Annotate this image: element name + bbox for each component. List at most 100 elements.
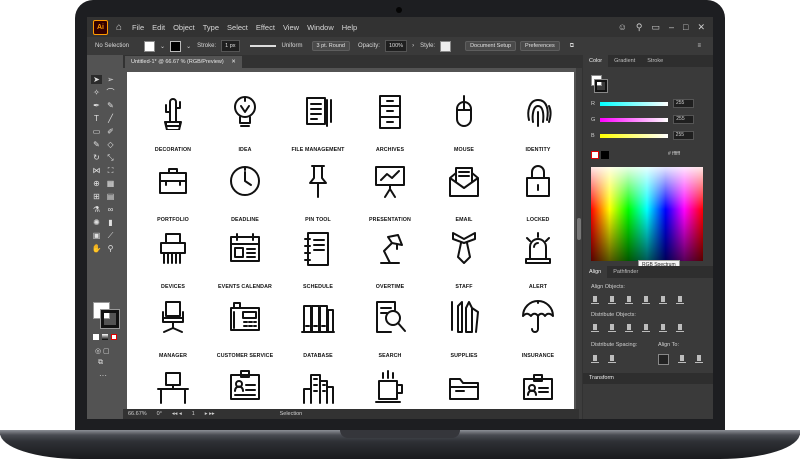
align-to-selection-icon[interactable] [658,354,669,365]
icon-tile[interactable]: IDEA [208,90,282,156]
type-tool-icon[interactable]: T [91,114,102,123]
none-color-icon[interactable] [591,151,599,159]
blue-slider[interactable] [599,133,668,138]
icon-tile[interactable]: LOCKED [501,160,574,226]
icon-tile[interactable]: ALERT [501,227,574,293]
panel-menu-icon[interactable]: ≡ [697,43,701,49]
lasso-tool-icon[interactable]: ⌒ [105,88,116,97]
align-right-icon[interactable] [625,295,633,304]
menu-help[interactable]: Help [342,23,357,32]
red-value[interactable]: 255 [672,99,694,108]
align-center-v-icon[interactable] [659,295,667,304]
line-tool-icon[interactable]: ╱ [105,114,116,123]
fill-stroke-widget[interactable] [93,302,120,329]
spacing-vertical-icon[interactable] [591,354,599,363]
icon-tile[interactable]: DEVICES [136,227,210,293]
tab-stroke[interactable]: Stroke [641,55,669,67]
chevron-down-icon[interactable]: ⌄ [186,43,191,50]
opacity-field[interactable]: 100% [384,40,408,52]
color-spectrum[interactable] [591,167,703,261]
column-graph-tool-icon[interactable]: ▮ [105,218,116,227]
icon-tile[interactable]: ARCHIVES [353,90,427,156]
gradient-mode-icon[interactable] [102,334,108,340]
red-slider[interactable] [599,101,668,106]
artboard-tool-icon[interactable]: ▣ [91,231,102,240]
search-icon[interactable]: ⚲ [636,22,643,33]
rotate-tool-icon[interactable]: ↻ [91,153,102,162]
tab-pathfinder[interactable]: Pathfinder [607,266,644,278]
brush-select[interactable]: 3 pt. Round [311,41,350,51]
panel-stroke-swatch[interactable] [594,79,608,93]
stroke-color-box[interactable] [100,309,120,329]
screen-mode-icon[interactable]: ⧉ [98,359,103,367]
icon-tile[interactable] [281,365,355,410]
align-bottom-icon[interactable] [676,295,684,304]
magic-wand-tool-icon[interactable]: ✧ [91,88,102,97]
none-mode-icon[interactable] [111,334,117,340]
menu-type[interactable]: Type [203,23,219,32]
icon-tile[interactable]: EMAIL [427,160,501,226]
maximize-icon[interactable]: □ [683,22,688,32]
stroke-weight-field[interactable]: 1 px [221,40,240,52]
chevron-right-icon[interactable]: › [412,43,414,49]
home-icon[interactable]: ⌂ [116,22,122,33]
icon-tile[interactable] [208,365,282,410]
eraser-tool-icon[interactable]: ◇ [105,140,116,149]
close-icon[interactable]: ✕ [697,22,705,33]
chevron-down-icon[interactable]: ⌄ [160,43,165,50]
drawing-modes-icon[interactable]: ◎ ▢ [95,347,110,355]
document-tab[interactable]: Untitled-1* @ 66.67 % (RGB/Preview) ✕ [125,56,242,68]
icon-tile[interactable]: EVENTS CALENDAR [208,227,282,293]
menu-select[interactable]: Select [227,23,248,32]
icon-tile[interactable] [353,365,427,410]
style-swatch[interactable] [440,40,452,52]
tab-color[interactable]: Color [583,55,609,67]
hand-tool-icon[interactable]: ✋ [91,244,102,253]
artboard[interactable]: DECORATION IDEA FILE MANAGEMENT ARCHIVES MOU… [127,72,574,410]
align-to-artboard-icon[interactable] [695,354,703,363]
menu-edit[interactable]: Edit [152,23,165,32]
profile-select[interactable]: Uniform [282,43,303,49]
pen-tool-icon[interactable]: ✒ [91,101,102,110]
transform-panel-header[interactable]: Transform [583,373,713,384]
mesh-tool-icon[interactable]: ⊞ [91,192,102,201]
menu-window[interactable]: Window [307,23,334,32]
blend-tool-icon[interactable]: ∞ [105,205,116,214]
icon-tile[interactable]: MANAGER [136,296,210,362]
icon-tile[interactable]: MOUSE [427,90,501,156]
icon-tile[interactable]: PRESENTATION [353,160,427,226]
distribute-top-icon[interactable] [591,323,599,332]
rectangle-tool-icon[interactable]: ▭ [91,127,102,136]
preferences-button[interactable]: Preferences [520,41,560,51]
zoom-tool-icon[interactable]: ⚲ [105,244,116,253]
eyedropper-tool-icon[interactable]: ⚗ [91,205,102,214]
fill-swatch[interactable] [144,40,156,52]
rotation-value[interactable]: 0° [157,411,162,417]
align-center-h-icon[interactable] [608,295,616,304]
tab-gradient[interactable]: Gradient [608,55,641,67]
free-transform-tool-icon[interactable]: ⛶ [105,166,116,175]
direct-selection-tool-icon[interactable]: ➢ [105,75,116,84]
spacing-horizontal-icon[interactable] [608,354,616,363]
shape-builder-tool-icon[interactable]: ⊕ [91,179,102,188]
color-mode-icon[interactable] [93,334,99,340]
perspective-grid-tool-icon[interactable]: ▦ [105,179,116,188]
arrange-icon[interactable]: ⧉ [570,43,574,50]
icon-tile[interactable]: INSURANCE [501,296,574,362]
icon-tile[interactable]: PIN TOOL [281,160,355,226]
distribute-bottom-icon[interactable] [625,323,633,332]
slice-tool-icon[interactable]: ⟋ [105,231,116,240]
width-tool-icon[interactable]: ⋈ [91,166,102,175]
curvature-tool-icon[interactable]: ✎ [105,101,116,110]
icon-tile[interactable]: FILE MANAGEMENT [281,90,355,156]
scale-tool-icon[interactable]: ⤡ [105,153,116,162]
hex-field[interactable]: # ffffff [668,151,680,157]
icon-tile[interactable]: DATABASE [281,296,355,362]
distribute-center-v-icon[interactable] [608,323,616,332]
green-slider[interactable] [600,117,669,122]
more-tools-icon[interactable]: ··· [99,371,107,380]
document-setup-button[interactable]: Document Setup [465,41,517,51]
gradient-tool-icon[interactable]: ▤ [105,192,116,201]
icon-tile[interactable]: SCHEDULE [281,227,355,293]
distribute-center-h-icon[interactable] [659,323,667,332]
